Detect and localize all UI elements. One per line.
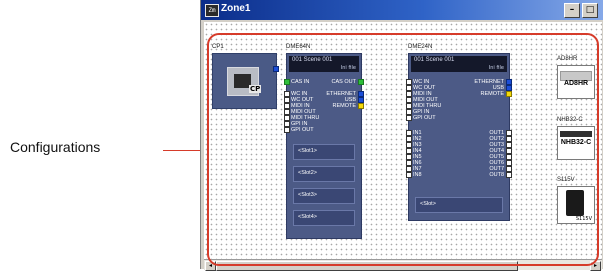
window-title: Zone1 bbox=[221, 3, 251, 14]
minimize-button[interactable]: – bbox=[564, 3, 580, 18]
title-bar[interactable]: Zm Zone1 – □ bbox=[201, 0, 603, 20]
window-app-icon[interactable]: Zm bbox=[205, 4, 219, 17]
configurations-highlight bbox=[207, 33, 599, 266]
configurations-callout-label: Configurations bbox=[10, 139, 101, 155]
maximize-button[interactable]: □ bbox=[582, 3, 598, 18]
